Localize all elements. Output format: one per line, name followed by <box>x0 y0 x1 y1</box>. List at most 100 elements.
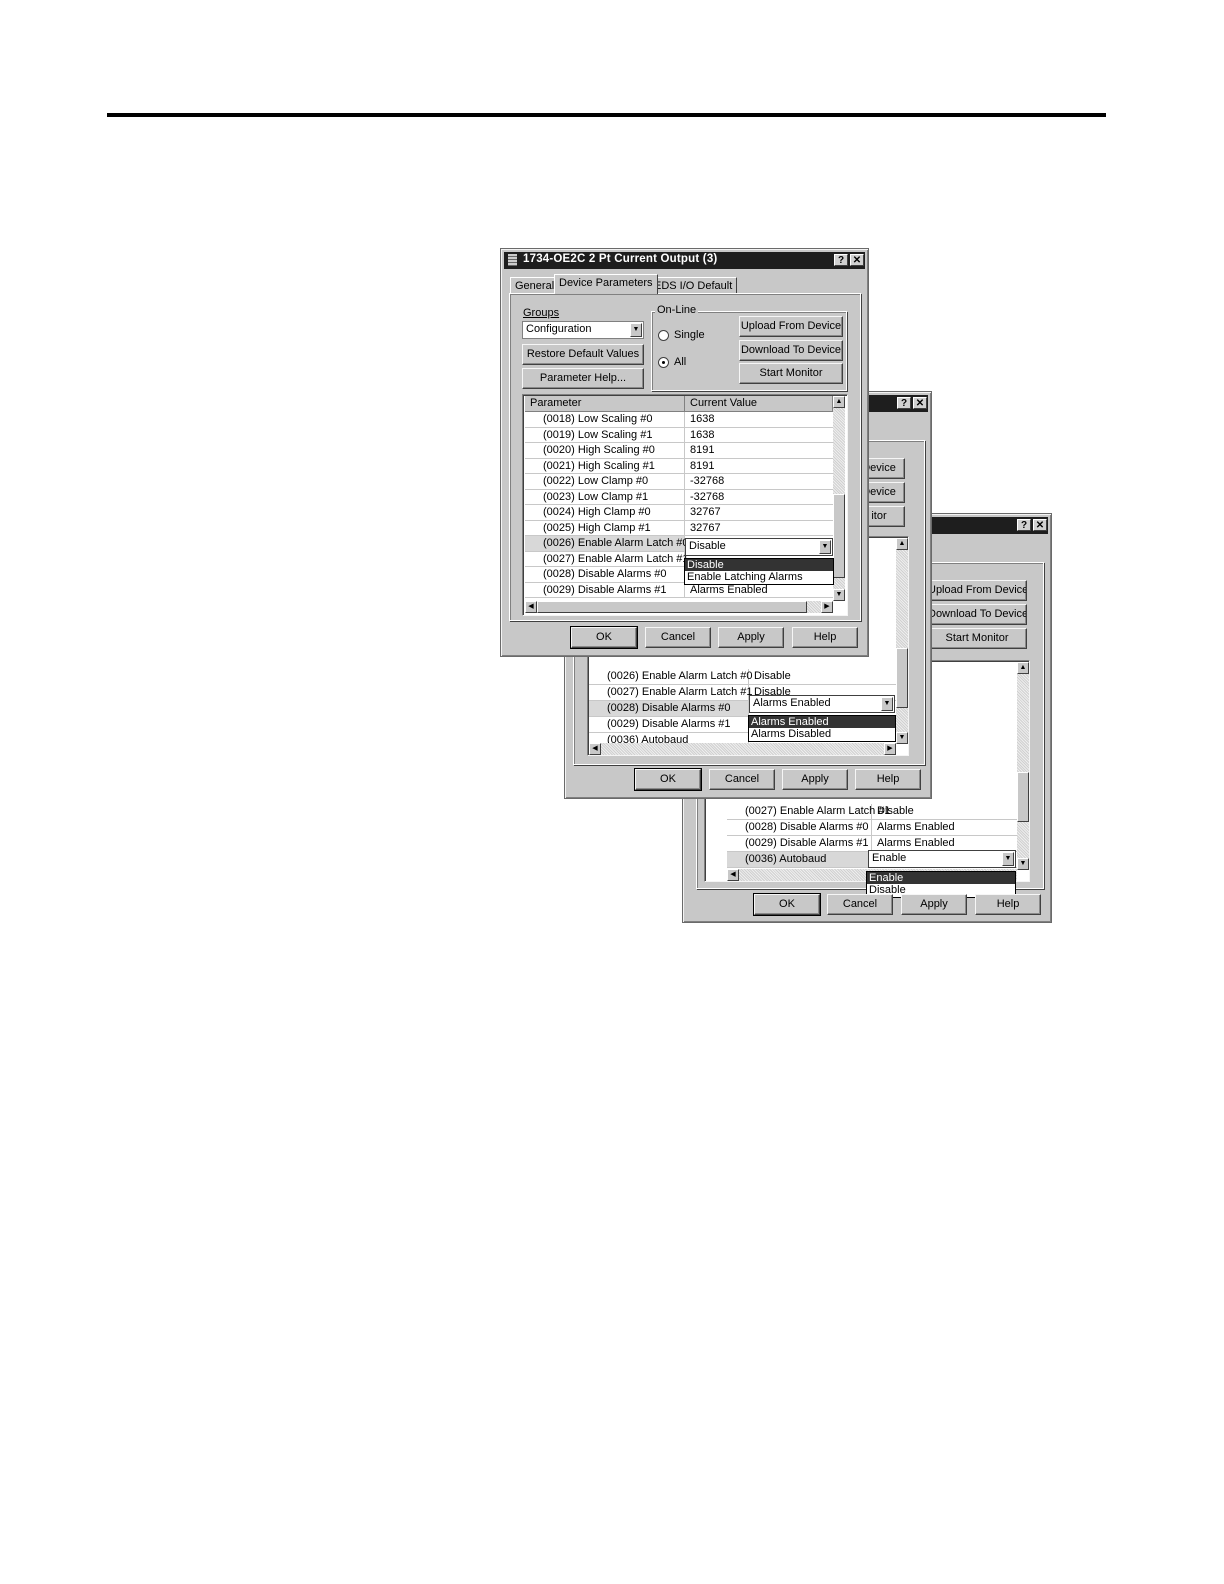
tab-device-parameters[interactable]: Device Parameters <box>554 274 658 294</box>
param-name: (0029) Disable Alarms #1 <box>727 836 872 851</box>
close-title-button[interactable]: ✕ <box>913 397 927 409</box>
table-row[interactable]: (0028) Disable Alarms #0 Alarms Enabled <box>727 820 1017 836</box>
help-title-button[interactable]: ? <box>834 254 848 266</box>
upload-from-device-button[interactable]: Upload From Device <box>927 580 1027 601</box>
param-value: 8191 <box>690 459 715 472</box>
vertical-scrollbar[interactable]: ▲ ▼ <box>896 538 908 744</box>
chevron-down-icon[interactable]: ▼ <box>881 697 893 711</box>
online-label: On-Line <box>655 304 699 316</box>
chevron-down-icon[interactable]: ▼ <box>819 540 831 554</box>
start-monitor-button[interactable]: Start Monitor <box>739 363 843 384</box>
vertical-scrollbar[interactable]: ▲ ▼ <box>1017 662 1029 870</box>
table-row[interactable]: (0019) Low Scaling #1 1638 <box>525 427 833 443</box>
param-value: 32767 <box>690 521 721 534</box>
parameter-help-button[interactable]: Parameter Help... <box>522 368 644 389</box>
apply-button[interactable]: Apply <box>901 894 967 915</box>
ok-button[interactable]: OK <box>570 626 638 649</box>
scroll-thumb[interactable] <box>1017 772 1029 822</box>
scroll-left-icon[interactable]: ◀ <box>589 743 601 755</box>
param-value: 32767 <box>690 506 721 518</box>
help-title-button[interactable]: ? <box>897 397 911 409</box>
tab-eds-io-default[interactable]: EDS I/O Default <box>649 277 738 294</box>
table-row[interactable]: (0022) Low Clamp #0 -32768 <box>525 474 833 490</box>
scroll-down-icon[interactable]: ▼ <box>896 732 908 744</box>
scroll-up-icon[interactable]: ▲ <box>1017 662 1029 674</box>
single-radio-label: Single <box>674 329 705 341</box>
single-radio[interactable] <box>658 330 669 341</box>
help-button[interactable]: Help <box>975 894 1041 915</box>
chevron-down-icon[interactable]: ▼ <box>630 323 642 337</box>
table-row[interactable]: (0018) Low Scaling #0 1638 <box>525 412 833 428</box>
param-name: (0028) Disable Alarms #0 <box>525 567 685 582</box>
scroll-right-icon[interactable]: ▶ <box>821 601 833 613</box>
close-title-button[interactable]: ✕ <box>1033 519 1047 531</box>
scroll-left-icon[interactable]: ◀ <box>525 601 537 613</box>
dropdown-option[interactable]: Enable <box>867 872 1015 884</box>
disable-alarms-value-select[interactable]: Alarms Enabled ▼ <box>749 695 895 713</box>
scroll-thumb[interactable] <box>896 648 908 708</box>
dropdown-option[interactable]: Alarms Enabled <box>749 716 895 728</box>
param-name: (0028) Disable Alarms #0 <box>727 820 872 835</box>
help-button[interactable]: Help <box>855 769 921 790</box>
window-icon <box>508 254 517 266</box>
all-radio[interactable] <box>658 357 669 368</box>
ok-button[interactable]: OK <box>634 768 702 791</box>
table-row[interactable]: (0027) Enable Alarm Latch #1 Disable <box>727 804 1017 820</box>
param-value: Alarms Enabled <box>877 821 955 833</box>
scroll-thumb[interactable] <box>833 494 845 578</box>
param-value: -32768 <box>690 475 725 487</box>
horizontal-scrollbar[interactable]: ◀ ▶ <box>589 743 896 755</box>
table-row[interactable]: (0021) High Scaling #1 8191 <box>525 458 833 474</box>
apply-button[interactable]: Apply <box>718 627 784 648</box>
vertical-scrollbar[interactable]: ▲ ▼ <box>833 396 845 601</box>
start-monitor-button[interactable]: Start Monitor <box>927 628 1027 649</box>
front-dialog-titlebar: 1734-OE2C 2 Pt Current Output (3) ? ✕ <box>504 252 865 269</box>
param-value: Disable <box>754 670 791 682</box>
scroll-down-icon[interactable]: ▼ <box>1017 858 1029 870</box>
download-to-device-button[interactable]: Download To Device <box>927 604 1027 625</box>
cancel-button[interactable]: Cancel <box>645 627 711 648</box>
autobaud-value-select[interactable]: Enable ▼ <box>868 850 1016 868</box>
close-title-button[interactable]: ✕ <box>850 254 864 266</box>
scroll-up-icon[interactable]: ▲ <box>833 396 845 408</box>
disable-alarms-dropdown-list[interactable]: Alarms Enabled Alarms Disabled <box>748 715 896 742</box>
window-title: 1734-OE2C 2 Pt Current Output (3) <box>523 253 718 265</box>
param-value: 1638 <box>690 413 715 425</box>
table-row[interactable]: (0025) High Clamp #1 32767 <box>525 520 833 536</box>
column-header-current-value[interactable]: Current Value <box>685 396 833 411</box>
dropdown-option[interactable]: Alarms Disabled <box>749 728 895 740</box>
param-name: (0023) Low Clamp #1 <box>525 489 685 504</box>
cancel-button[interactable]: Cancel <box>709 769 775 790</box>
table-row[interactable]: (0023) Low Clamp #1 -32768 <box>525 489 833 505</box>
groups-select[interactable]: Configuration ▼ <box>522 321 644 339</box>
scroll-up-icon[interactable]: ▲ <box>896 538 908 550</box>
horizontal-scrollbar[interactable]: ◀ ▶ <box>525 601 833 613</box>
table-row[interactable]: (0024) High Clamp #0 32767 <box>525 505 833 521</box>
apply-button[interactable]: Apply <box>782 769 848 790</box>
chevron-down-icon[interactable]: ▼ <box>1002 852 1014 866</box>
cancel-button[interactable]: Cancel <box>827 894 893 915</box>
scroll-down-icon[interactable]: ▼ <box>833 589 845 601</box>
dropdown-option[interactable]: Enable Latching Alarms <box>685 571 833 583</box>
tab-general[interactable]: General <box>510 277 560 294</box>
horizontal-scroll-thumb[interactable] <box>537 601 807 613</box>
column-header-parameter[interactable]: Parameter <box>525 396 685 411</box>
param-name: (0027) Enable Alarm Latch #1 <box>589 685 753 700</box>
download-to-device-button[interactable]: Download To Device <box>739 340 843 361</box>
table-row[interactable]: (0026) Enable Alarm Latch #0 Disable <box>589 669 896 685</box>
param-name: (0036) Autobaud <box>727 852 872 867</box>
help-title-button[interactable]: ? <box>1017 519 1031 531</box>
groups-label: Groups <box>523 307 560 319</box>
help-button[interactable]: Help <box>792 627 858 648</box>
param-name: (0036) Autobaud <box>589 733 749 743</box>
param-value: 8191 <box>690 444 715 456</box>
table-row[interactable]: (0020) High Scaling #0 8191 <box>525 443 833 459</box>
dropdown-option[interactable]: Disable <box>685 559 833 571</box>
enable-alarm-latch-value-select[interactable]: Disable ▼ <box>685 538 833 556</box>
scroll-left-icon[interactable]: ◀ <box>727 869 739 881</box>
scroll-right-icon[interactable]: ▶ <box>884 743 896 755</box>
restore-default-values-button[interactable]: Restore Default Values <box>522 344 644 365</box>
ok-button[interactable]: OK <box>753 893 821 916</box>
upload-from-device-button[interactable]: Upload From Device <box>739 316 843 337</box>
enable-alarm-latch-dropdown-list[interactable]: Disable Enable Latching Alarms <box>684 558 834 585</box>
